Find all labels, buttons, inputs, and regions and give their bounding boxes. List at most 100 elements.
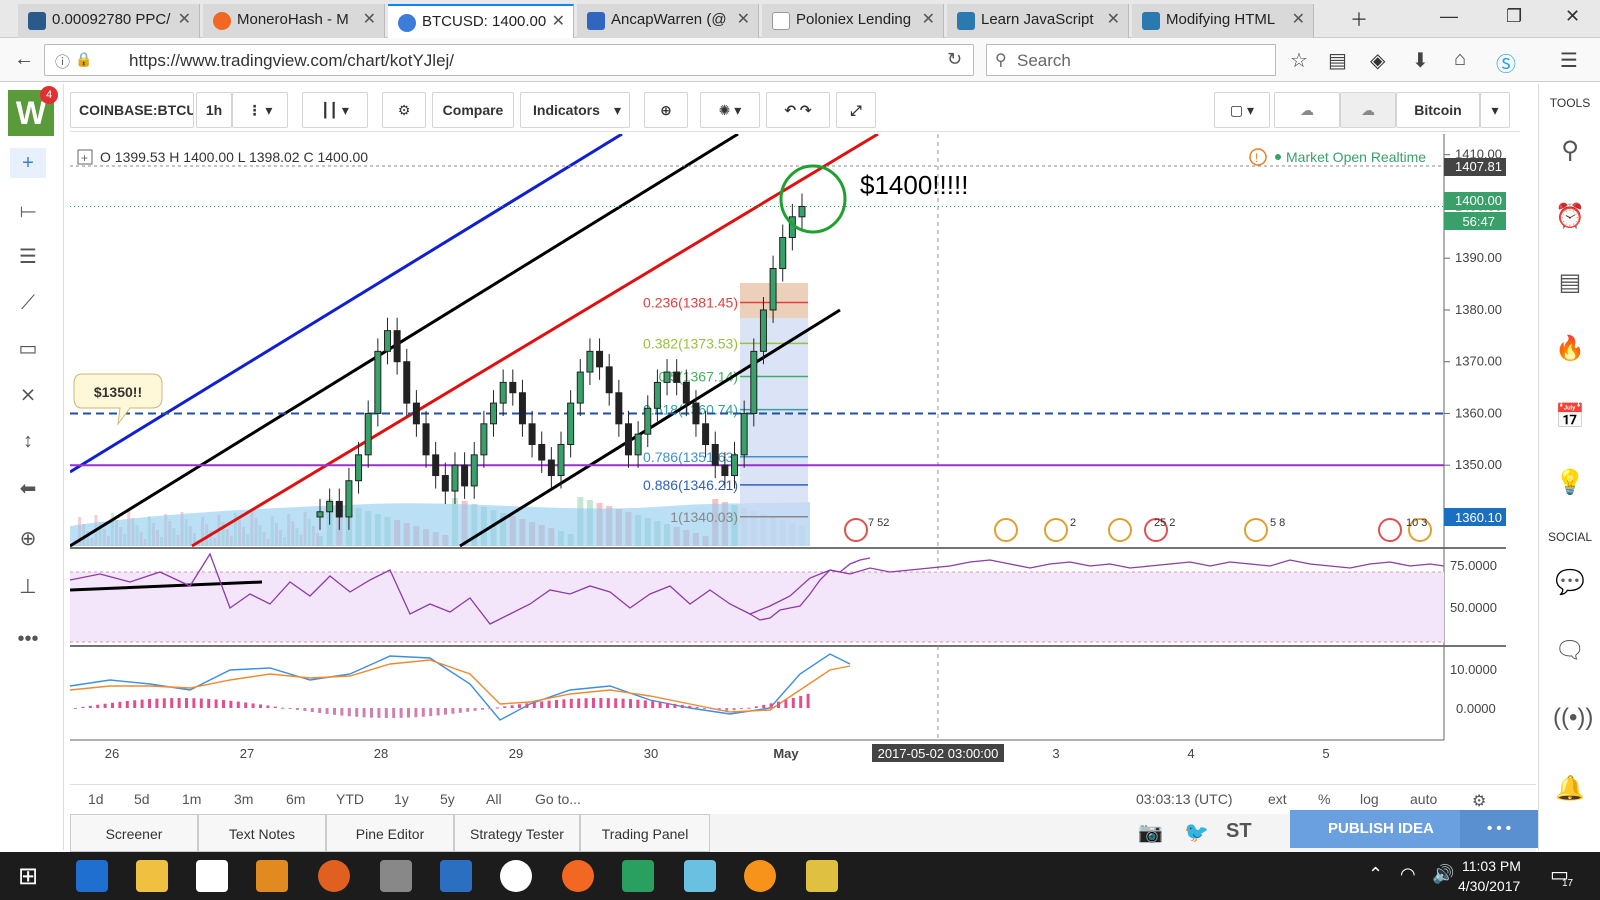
browser-tab[interactable]: Learn JavaScript ✕ [947, 4, 1129, 38]
watchlist-icon[interactable]: ▤ [1553, 268, 1587, 302]
tab-pine-editor[interactable]: Pine Editor [326, 814, 454, 852]
clock-date[interactable]: 4/30/2017 [1458, 878, 1520, 894]
app-icon[interactable] [684, 860, 716, 892]
trend-line-icon[interactable]: ⟝ [10, 196, 46, 226]
interval-dropdown-icon[interactable]: ⋮ ▾ [232, 92, 288, 128]
calendar-icon[interactable]: 📅 [1553, 402, 1587, 436]
url-field[interactable]: ⓘ 🔒 https://www.tradingview.com/chart/ko… [44, 44, 974, 76]
new-tab-icon[interactable]: ＋ [1350, 6, 1368, 32]
fullscreen-icon[interactable]: ⤢ [836, 92, 876, 128]
percent-toggle[interactable]: % [1318, 791, 1330, 807]
streams-icon[interactable]: ((•)) [1553, 704, 1593, 738]
search-input[interactable]: ⚲ Search [986, 44, 1276, 76]
tab-screener[interactable]: Screener [70, 814, 198, 852]
browser-tab[interactable]: Modifying HTML ✕ [1132, 4, 1314, 38]
more-options-icon[interactable]: • • • [1460, 810, 1538, 848]
us-flag-event-icon[interactable] [994, 518, 1018, 542]
browser-tab[interactable]: AncapWarren (@ ✕ [577, 4, 759, 38]
arrow-back-icon[interactable]: ⬅ [10, 474, 46, 504]
horizontal-lines-icon[interactable]: ☰ [10, 242, 46, 272]
lightbulb-icon[interactable]: ✺ ▾ [700, 92, 760, 128]
pocket-icon[interactable]: ◈ [1370, 48, 1385, 73]
period-5d[interactable]: 5d [134, 791, 150, 807]
compare-button[interactable]: Compare [432, 92, 514, 128]
ext-toggle[interactable]: ext [1268, 791, 1287, 807]
alert-icon[interactable]: ⊕ [644, 92, 688, 128]
app-icon[interactable] [806, 860, 838, 892]
pitchfork-icon[interactable]: ⟋ [10, 288, 46, 318]
chevron-up-icon[interactable]: ⌃ [1368, 864, 1383, 885]
annotation-text[interactable]: $1400!!!!! [860, 170, 968, 200]
undo-redo-icon[interactable]: ↶ ↷ [766, 92, 830, 128]
pattern-icon[interactable]: ⨯ [10, 380, 46, 410]
cloud-download-icon[interactable]: ☁ [1274, 92, 1340, 128]
sia-icon[interactable] [622, 860, 654, 892]
zoom-icon[interactable]: ⊕ [10, 524, 46, 554]
menu-icon[interactable]: ☰ [1560, 48, 1578, 73]
layout-name[interactable]: Bitcoin [1396, 92, 1480, 128]
file-explorer-icon[interactable] [136, 860, 168, 892]
hotlist-flame-icon[interactable]: 🔥 [1553, 334, 1587, 368]
private-chat-icon[interactable]: 🗨 [1553, 636, 1587, 670]
us-flag-event-icon[interactable] [844, 518, 868, 542]
tab-trading-panel[interactable]: Trading Panel [580, 814, 710, 852]
crosshair-icon[interactable]: + [10, 148, 46, 178]
ideas-lightbulb-icon[interactable]: 💡 [1553, 468, 1587, 502]
chevron-down-icon[interactable]: ▾ [1480, 92, 1510, 128]
search-icon[interactable]: ⚲ [1553, 136, 1587, 170]
camera-icon[interactable]: 📷 [1138, 820, 1163, 845]
app-icon[interactable] [440, 860, 472, 892]
close-icon[interactable]: ✕ [1107, 4, 1120, 36]
close-icon[interactable]: ✕ [552, 6, 565, 38]
edge-icon[interactable] [76, 860, 108, 892]
bell-icon[interactable]: 🔔 [1553, 774, 1587, 808]
skype-icon[interactable]: Ⓢ [1496, 48, 1516, 77]
browser-tab-active[interactable]: BTCUSD: 1400.00 ✕ [388, 4, 574, 38]
more-icon[interactable]: ••• [10, 624, 46, 654]
tab-strategy-tester[interactable]: Strategy Tester [454, 814, 580, 852]
alarm-clock-icon[interactable]: ⏰ [1553, 202, 1587, 236]
chart-type-icon[interactable]: ┃┃ ▾ [302, 92, 368, 128]
info-icon[interactable]: ⓘ [55, 51, 70, 72]
period-6m[interactable]: 6m [286, 791, 305, 807]
goto-date[interactable]: Go to... [535, 791, 581, 807]
period-5y[interactable]: 5y [440, 791, 455, 807]
tab-text-notes[interactable]: Text Notes [198, 814, 326, 852]
close-icon[interactable]: ✕ [922, 4, 935, 36]
close-icon[interactable]: ✕ [1292, 4, 1305, 36]
callout-icon[interactable]: ▭ [10, 334, 46, 364]
measure-icon[interactable]: ↕ [10, 426, 46, 456]
chart-svg[interactable]: 0.236(1381.45)0.382(1373.53)0.5(1367.14)… [69, 132, 1536, 784]
symbol-input[interactable]: COINBASE:BTCU [70, 92, 194, 128]
log-toggle[interactable]: log [1360, 791, 1379, 807]
layout-select[interactable]: ▢ ▾ [1214, 92, 1270, 128]
ruler-icon[interactable]: ⊥ [10, 572, 46, 602]
volume-icon[interactable]: 🔊 [1432, 864, 1454, 885]
us-flag-event-icon[interactable] [1044, 518, 1068, 542]
close-icon[interactable]: ✕ [737, 4, 750, 36]
reload-icon[interactable]: ↻ [947, 49, 962, 70]
period-1m[interactable]: 1m [182, 791, 201, 807]
price-chart[interactable]: 0.236(1381.45) 0.382(1373.53) 0.5(1367.14)… [69, 132, 1536, 784]
chat-icon[interactable]: 💬 [1553, 568, 1587, 602]
period-3m[interactable]: 3m [234, 791, 253, 807]
gear-icon[interactable]: ⚙ [382, 92, 426, 128]
window-close-icon[interactable]: ✕ [1565, 6, 1580, 27]
us-flag-event-icon[interactable] [1108, 518, 1132, 542]
close-icon[interactable]: ✕ [178, 4, 191, 36]
auto-toggle[interactable]: auto [1410, 791, 1437, 807]
back-icon[interactable]: ← [14, 48, 34, 71]
browser-tab[interactable]: 0.00092780 PPC/✕ [18, 4, 200, 38]
period-1d[interactable]: 1d [88, 791, 104, 807]
media-player-icon[interactable] [256, 860, 288, 892]
download-icon[interactable]: ⬇ [1412, 48, 1429, 73]
bitcoin-icon[interactable] [744, 860, 776, 892]
bittrex-icon[interactable] [500, 860, 532, 892]
gear-icon[interactable]: ⚙ [1472, 791, 1486, 811]
restore-icon[interactable]: ❐ [1506, 6, 1522, 27]
cloud-upload-icon[interactable]: ☁ [1340, 92, 1396, 128]
minimize-icon[interactable]: — [1440, 6, 1458, 27]
indicators-button[interactable]: Indicators ▾ [520, 92, 630, 128]
reading-list-icon[interactable]: ▤ [1328, 48, 1347, 73]
windows-start-icon[interactable]: ⊞ [18, 862, 38, 891]
